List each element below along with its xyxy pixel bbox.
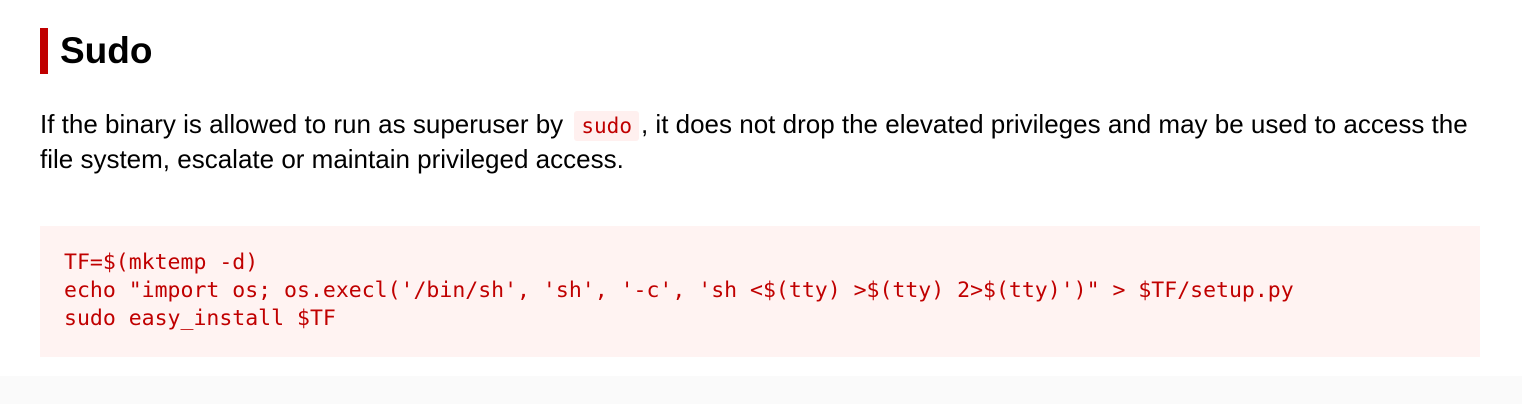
section-heading: Sudo [40, 28, 152, 74]
code-line: TF=$(mktemp -d) [64, 250, 259, 275]
inline-code-sudo: sudo [574, 111, 639, 141]
code-line: sudo easy_install $TF [64, 306, 336, 331]
description-paragraph: If the binary is allowed to run as super… [40, 108, 1490, 176]
heading-accent-bar [40, 28, 48, 74]
description-text-start: If the binary is allowed to run as super… [40, 109, 571, 139]
section-title: Sudo [60, 30, 153, 71]
footer-band [0, 376, 1522, 404]
code-line: echo "import os; os.execl('/bin/sh', 'sh… [64, 278, 1294, 303]
code-block[interactable]: TF=$(mktemp -d) echo "import os; os.exec… [40, 226, 1480, 357]
